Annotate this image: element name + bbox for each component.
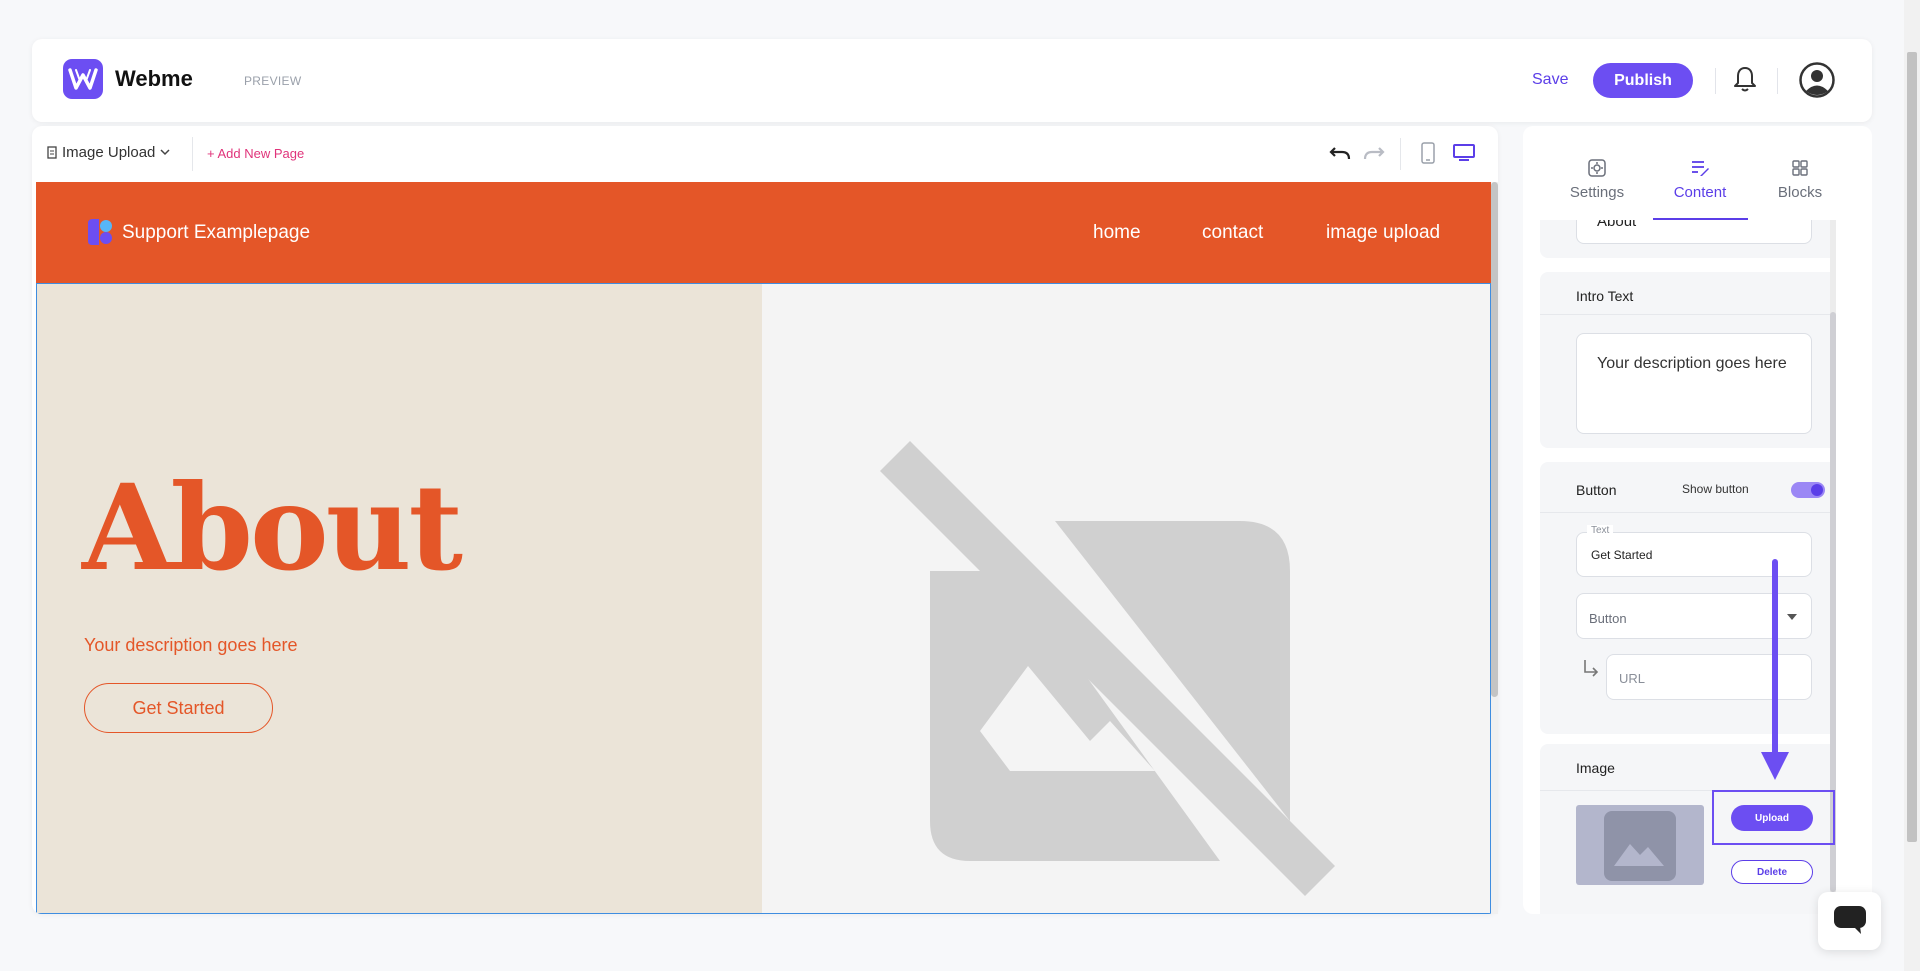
bell-icon[interactable] <box>1733 65 1757 98</box>
hero-description: Your description goes here <box>84 635 298 655</box>
show-button-label: Show button <box>1682 482 1749 496</box>
intro-textarea[interactable]: Your description goes here <box>1576 333 1812 434</box>
editor-area: Image Upload + Add New Page Support Exam… <box>32 126 1498 914</box>
mobile-view-icon[interactable] <box>1421 142 1435 169</box>
preview-link[interactable]: PREVIEW <box>244 74 301 88</box>
nav-link-contact[interactable]: contact <box>1202 222 1263 244</box>
save-button[interactable]: Save <box>1532 71 1568 89</box>
edit-icon <box>1692 161 1709 176</box>
user-avatar-icon[interactable] <box>1799 62 1835 103</box>
chat-widget-button[interactable] <box>1818 892 1881 950</box>
hero-image-section[interactable] <box>762 283 1491 914</box>
desktop-view-icon[interactable] <box>1453 144 1475 167</box>
undo-icon[interactable] <box>1329 145 1351 166</box>
redo-icon[interactable] <box>1363 145 1385 166</box>
annotation-arrow-icon <box>1760 558 1790 789</box>
nav-link-home[interactable]: home <box>1093 222 1141 244</box>
divider <box>1540 314 1830 315</box>
page-selector-label: Image Upload <box>62 144 156 161</box>
page-selector[interactable]: Image Upload <box>47 144 170 161</box>
site-navbar: Support Examplepage home contact image u… <box>36 182 1491 283</box>
tab-blocks-label: Blocks <box>1777 184 1823 201</box>
title-field[interactable]: About <box>1576 220 1812 244</box>
button-type-placeholder: Button <box>1589 611 1627 626</box>
button-text-value: Get Started <box>1591 548 1653 562</box>
divider <box>1715 68 1716 94</box>
tab-blocks[interactable]: Blocks <box>1755 158 1845 201</box>
nav-link-image-upload[interactable]: image upload <box>1326 222 1440 244</box>
hero-title: About <box>82 458 463 597</box>
upload-highlight-box <box>1712 790 1835 845</box>
divider <box>1777 68 1778 94</box>
delete-button[interactable]: Delete <box>1731 860 1813 884</box>
webme-logo-icon <box>63 59 103 99</box>
divider <box>192 137 193 171</box>
canvas-scrollbar-thumb[interactable] <box>1491 182 1498 697</box>
return-arrow-icon <box>1584 660 1599 677</box>
button-text-legend: Text <box>1587 525 1614 536</box>
intro-text-card: Intro Text Your description goes here <box>1540 272 1830 448</box>
gear-icon <box>1588 159 1606 177</box>
chat-icon <box>1834 906 1866 934</box>
show-button-toggle[interactable] <box>1791 482 1825 498</box>
blocks-icon <box>1792 160 1808 176</box>
hero-cta-button[interactable]: Get Started <box>84 683 273 733</box>
title-card: About <box>1540 220 1830 258</box>
button-section-title: Button <box>1576 482 1617 498</box>
window-scrollbar-thumb[interactable] <box>1907 52 1917 842</box>
site-canvas: Support Examplepage home contact image u… <box>36 182 1491 914</box>
title-field-value: About <box>1597 220 1637 230</box>
url-placeholder: URL <box>1619 671 1646 686</box>
publish-button[interactable]: Publish <box>1593 63 1693 98</box>
intro-textarea-value: Your description goes here <box>1597 355 1787 372</box>
site-name: Support Examplepage <box>122 222 311 243</box>
tab-settings-label: Settings <box>1569 184 1625 201</box>
no-image-placeholder-icon <box>880 441 1340 906</box>
chevron-down-icon <box>160 149 170 156</box>
tab-content-label: Content <box>1673 184 1727 201</box>
image-thumbnail[interactable] <box>1576 805 1704 885</box>
page-icon <box>47 146 57 159</box>
tab-settings[interactable]: Settings <box>1552 158 1642 201</box>
brand-name: Webme <box>115 66 193 91</box>
divider <box>1540 512 1830 513</box>
hero-text-section[interactable]: About Your description goes here Get Sta… <box>36 283 762 914</box>
add-new-page-button[interactable]: + Add New Page <box>207 146 304 161</box>
tab-content[interactable]: Content <box>1655 158 1745 201</box>
image-section-title: Image <box>1576 760 1615 776</box>
divider <box>1400 138 1401 170</box>
intro-text-title: Intro Text <box>1576 288 1634 304</box>
image-placeholder-icon <box>1604 811 1676 881</box>
site-logo-icon <box>84 217 114 252</box>
top-header: Webme PREVIEW Save Publish <box>32 39 1872 122</box>
